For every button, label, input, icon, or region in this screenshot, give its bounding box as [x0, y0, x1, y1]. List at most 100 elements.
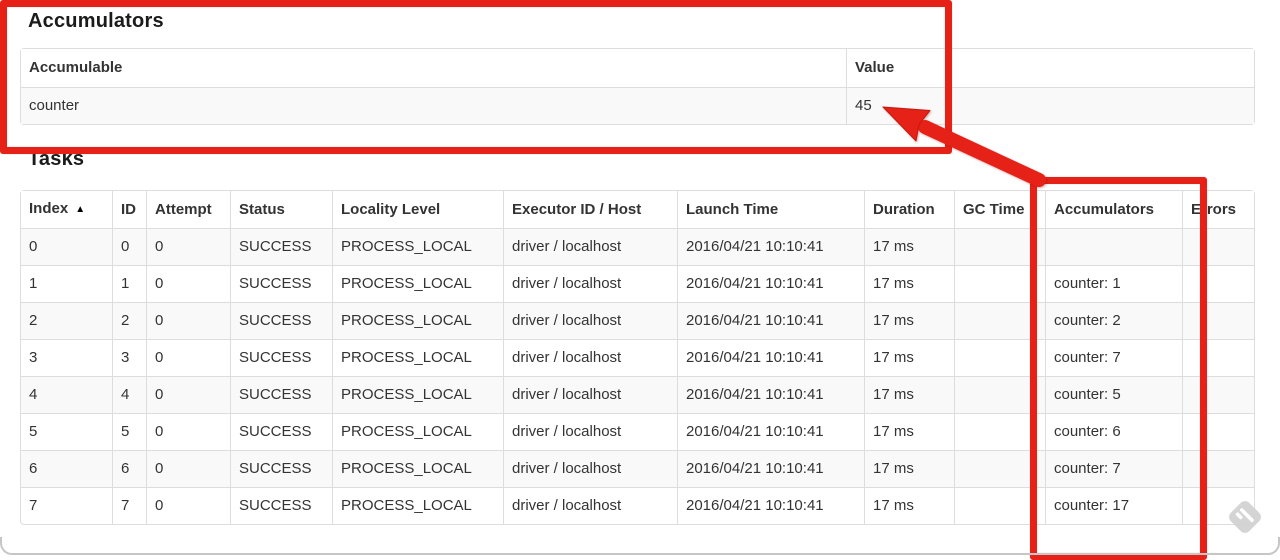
cell-status: SUCCESS — [230, 302, 332, 339]
cell-accumulators — [1045, 228, 1182, 265]
cell-duration: 17 ms — [864, 302, 954, 339]
cell-index: 0 — [21, 228, 112, 265]
table-row: 5 5 0 SUCCESS PROCESS_LOCAL driver / localhos… — [21, 413, 1254, 450]
col-header-launch-time[interactable]: Launch Time — [677, 191, 864, 228]
cell-locality-level: PROCESS_LOCAL — [332, 302, 503, 339]
cell-attempt: 0 — [146, 376, 230, 413]
table-row: 0 0 0 SUCCESS PROCESS_LOCAL driver / localhos… — [21, 228, 1254, 265]
cell-status: SUCCESS — [230, 487, 332, 524]
cell-executor-id-host: driver / localhost — [503, 339, 677, 376]
table-row: 2 2 0 SUCCESS PROCESS_LOCAL driver / localhos… — [21, 302, 1254, 339]
table-row: 1 1 0 SUCCESS PROCESS_LOCAL driver / localhos… — [21, 265, 1254, 302]
cell-attempt: 0 — [146, 265, 230, 302]
cell-accumulators: counter: 17 — [1045, 487, 1182, 524]
cell-launch-time: 2016/04/21 10:10:41 — [677, 339, 864, 376]
cell-attempt: 0 — [146, 302, 230, 339]
cell-locality-level: PROCESS_LOCAL — [332, 339, 503, 376]
cell-errors — [1182, 450, 1254, 487]
tasks-table-body: 0 0 0 SUCCESS PROCESS_LOCAL driver / localhos… — [21, 228, 1254, 524]
cell-errors — [1182, 339, 1254, 376]
cell-id: 6 — [112, 450, 146, 487]
cell-value: 45 — [846, 87, 1254, 124]
col-header-locality-level[interactable]: Locality Level — [332, 191, 503, 228]
cell-duration: 17 ms — [864, 228, 954, 265]
cell-id: 4 — [112, 376, 146, 413]
cell-executor-id-host: driver / localhost — [503, 376, 677, 413]
table-row: 6 6 0 SUCCESS PROCESS_LOCAL driver / localhos… — [21, 450, 1254, 487]
cell-gc-time — [954, 302, 1045, 339]
table-row: 4 4 0 SUCCESS PROCESS_LOCAL driver / localhos… — [21, 376, 1254, 413]
col-header-accumulators[interactable]: Accumulators — [1045, 191, 1182, 228]
cell-status: SUCCESS — [230, 376, 332, 413]
cell-executor-id-host: driver / localhost — [503, 228, 677, 265]
col-header-executor-id-host[interactable]: Executor ID / Host — [503, 191, 677, 228]
cell-accumulators: counter: 5 — [1045, 376, 1182, 413]
tasks-section-title: Tasks — [28, 148, 85, 170]
cell-errors — [1182, 265, 1254, 302]
cell-locality-level: PROCESS_LOCAL — [332, 265, 503, 302]
cell-index: 3 — [21, 339, 112, 376]
cell-launch-time: 2016/04/21 10:10:41 — [677, 413, 864, 450]
cell-accumulators: counter: 2 — [1045, 302, 1182, 339]
cell-index: 6 — [21, 450, 112, 487]
cell-index: 4 — [21, 376, 112, 413]
cell-gc-time — [954, 487, 1045, 524]
cell-status: SUCCESS — [230, 265, 332, 302]
cell-gc-time — [954, 339, 1045, 376]
cell-errors — [1182, 376, 1254, 413]
cell-duration: 17 ms — [864, 339, 954, 376]
cell-attempt: 0 — [146, 228, 230, 265]
cell-launch-time: 2016/04/21 10:10:41 — [677, 228, 864, 265]
cell-index: 5 — [21, 413, 112, 450]
cell-duration: 17 ms — [864, 487, 954, 524]
cell-duration: 17 ms — [864, 265, 954, 302]
col-header-accumulable: Accumulable — [21, 49, 846, 87]
col-header-duration[interactable]: Duration — [864, 191, 954, 228]
cell-executor-id-host: driver / localhost — [503, 487, 677, 524]
cell-duration: 17 ms — [864, 450, 954, 487]
cell-index: 2 — [21, 302, 112, 339]
cell-status: SUCCESS — [230, 450, 332, 487]
cell-accumulators: counter: 7 — [1045, 339, 1182, 376]
cell-attempt: 0 — [146, 450, 230, 487]
cell-status: SUCCESS — [230, 339, 332, 376]
cell-launch-time: 2016/04/21 10:10:41 — [677, 487, 864, 524]
cell-executor-id-host: driver / localhost — [503, 450, 677, 487]
cell-launch-time: 2016/04/21 10:10:41 — [677, 302, 864, 339]
cell-index: 1 — [21, 265, 112, 302]
tasks-table-header: Index ▲ ID Attempt Status Locality Level Execu… — [21, 191, 1254, 228]
cell-errors — [1182, 487, 1254, 524]
sort-ascending-icon: ▲ — [75, 204, 86, 215]
cell-accumulators: counter: 1 — [1045, 265, 1182, 302]
cell-id: 3 — [112, 339, 146, 376]
cell-accumulators: counter: 7 — [1045, 450, 1182, 487]
cell-locality-level: PROCESS_LOCAL — [332, 376, 503, 413]
tasks-table: Index ▲ ID Attempt Status Locality Level Execu… — [20, 190, 1255, 525]
col-header-attempt[interactable]: Attempt — [146, 191, 230, 228]
cell-locality-level: PROCESS_LOCAL — [332, 413, 503, 450]
cell-id: 1 — [112, 265, 146, 302]
cell-gc-time — [954, 413, 1045, 450]
cell-launch-time: 2016/04/21 10:10:41 — [677, 265, 864, 302]
col-header-gc-time[interactable]: GC Time — [954, 191, 1045, 228]
cell-executor-id-host: driver / localhost — [503, 302, 677, 339]
table-row: 3 3 0 SUCCESS PROCESS_LOCAL driver / localhos… — [21, 339, 1254, 376]
cell-gc-time — [954, 228, 1045, 265]
cell-id: 5 — [112, 413, 146, 450]
cell-status: SUCCESS — [230, 413, 332, 450]
col-header-status[interactable]: Status — [230, 191, 332, 228]
col-header-errors[interactable]: Errors — [1182, 191, 1254, 228]
cell-launch-time: 2016/04/21 10:10:41 — [677, 376, 864, 413]
cell-gc-time — [954, 265, 1045, 302]
cell-duration: 17 ms — [864, 376, 954, 413]
col-header-id[interactable]: ID — [112, 191, 146, 228]
cell-launch-time: 2016/04/21 10:10:41 — [677, 450, 864, 487]
col-header-index[interactable]: Index ▲ — [21, 191, 112, 228]
cell-executor-id-host: driver / localhost — [503, 265, 677, 302]
cell-errors — [1182, 302, 1254, 339]
cell-accumulators: counter: 6 — [1045, 413, 1182, 450]
cell-index: 7 — [21, 487, 112, 524]
cell-attempt: 0 — [146, 487, 230, 524]
window-bottom-edge — [0, 537, 1280, 555]
cell-locality-level: PROCESS_LOCAL — [332, 487, 503, 524]
